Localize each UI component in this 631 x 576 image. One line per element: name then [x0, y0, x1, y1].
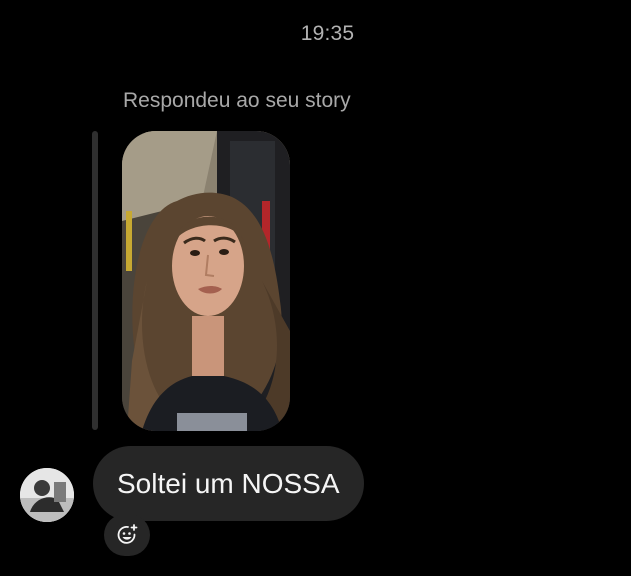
message-bubble[interactable]: Soltei um NOSSA	[93, 446, 364, 521]
story-photo	[122, 131, 290, 431]
profile-photo	[20, 468, 74, 522]
reply-indicator-bar	[92, 131, 98, 430]
direct-message-thread: 19:35 Respondeu ao seu story Soltei um N…	[0, 0, 631, 576]
message-timestamp: 19:35	[300, 22, 355, 45]
add-reaction-button[interactable]	[104, 514, 150, 556]
message-text: Soltei um NOSSA	[117, 468, 340, 499]
sender-avatar[interactable]	[20, 468, 74, 522]
add-emoji-reaction-icon	[117, 524, 138, 544]
story-reply-caption: Respondeu ao seu story	[123, 89, 351, 112]
story-preview-thumbnail[interactable]	[122, 131, 290, 431]
